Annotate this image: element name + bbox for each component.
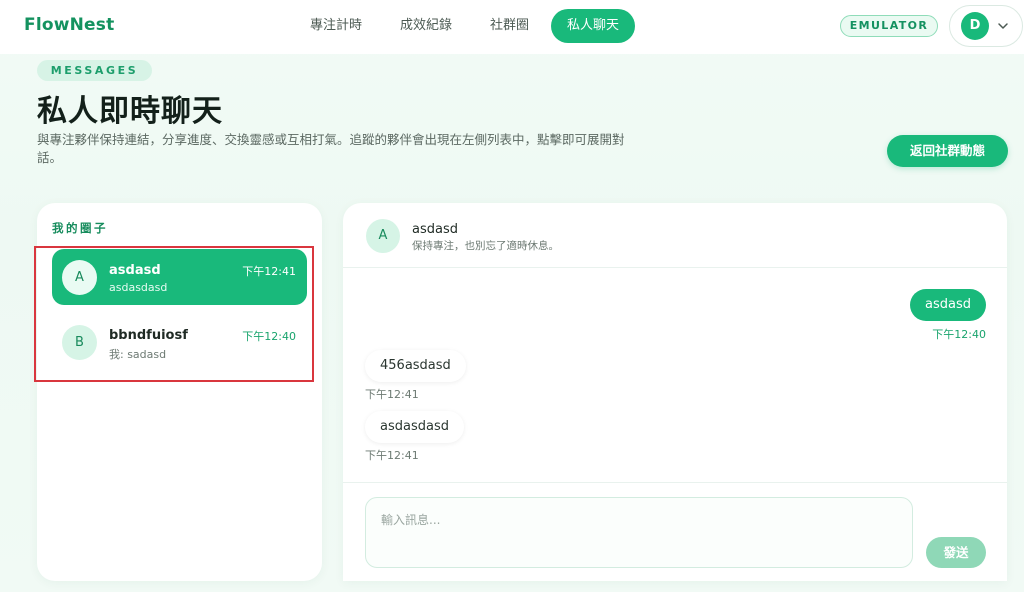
user-avatar: D [961, 12, 989, 40]
conversation-time: 下午12:40 [242, 330, 296, 343]
message-list: asdasd 下午12:40 456asdasd 下午12:41 asdasda… [343, 269, 1007, 482]
top-navigation-bar: FlowNest 專注計時 成效紀錄 社群圈 私人聊天 EMULATOR D [0, 0, 1024, 54]
nav-item-results[interactable]: 成效紀錄 [384, 9, 468, 43]
page-title: 私人即時聊天 [37, 94, 223, 129]
send-button[interactable]: 發送 [926, 537, 986, 568]
message-input[interactable] [365, 497, 913, 568]
avatar: A [62, 260, 97, 295]
user-menu-button[interactable]: D [949, 5, 1023, 47]
contact-name: asdasd [412, 222, 458, 237]
conversation-name: asdasd [109, 263, 161, 278]
avatar: B [62, 325, 97, 360]
message-bubble-outgoing: asdasd [910, 289, 986, 321]
nav-item-focus-timer[interactable]: 專注計時 [294, 9, 378, 43]
back-to-feed-button[interactable]: 返回社群動態 [887, 135, 1008, 167]
message-time: 下午12:40 [932, 328, 986, 341]
conversation-item-asdasd[interactable]: A asdasd asdasdasd 下午12:41 [52, 249, 307, 305]
my-circle-heading: 我的圈子 [52, 221, 108, 235]
message-time: 下午12:41 [365, 388, 419, 401]
message-time: 下午12:41 [365, 449, 419, 462]
message-composer: 發送 [343, 482, 1007, 581]
main-nav: 專注計時 成效紀錄 社群圈 私人聊天 [294, 9, 636, 43]
conversation-preview: 我: sadasd [109, 348, 167, 361]
conversation-name: bbndfuiosf [109, 328, 188, 343]
conversation-preview: asdasdasd [109, 281, 168, 294]
conversation-item-bbndfuiosf[interactable]: B bbndfuiosf 我: sadasd 下午12:40 [52, 314, 307, 370]
contact-avatar: A [366, 219, 400, 253]
message-bubble-incoming: asdasdasd [365, 411, 464, 443]
chat-panel: A asdasd 保持專注，也別忘了適時休息。 asdasd 下午12:40 4… [343, 203, 1007, 581]
chevron-down-icon [998, 23, 1008, 29]
nav-item-private-chat[interactable]: 私人聊天 [551, 9, 636, 43]
conversation-time: 下午12:41 [242, 265, 296, 278]
message-bubble-incoming: 456asdasd [365, 350, 466, 382]
page-description: 與專注夥伴保持連結，分享進度、交換靈感或互相打氣。追蹤的夥伴會出現在左側列表中，… [37, 132, 625, 165]
chat-header: A asdasd 保持專注，也別忘了適時休息。 [343, 203, 1007, 268]
section-eyebrow: MESSAGES [37, 60, 152, 81]
conversation-list-panel: 我的圈子 A asdasd asdasdasd 下午12:41 B bbndfu… [34, 203, 322, 581]
brand-logo[interactable]: FlowNest [24, 15, 114, 35]
emulator-badge: EMULATOR [840, 15, 938, 37]
nav-item-community[interactable]: 社群圈 [474, 9, 545, 43]
contact-status: 保持專注，也別忘了適時休息。 [412, 240, 559, 252]
